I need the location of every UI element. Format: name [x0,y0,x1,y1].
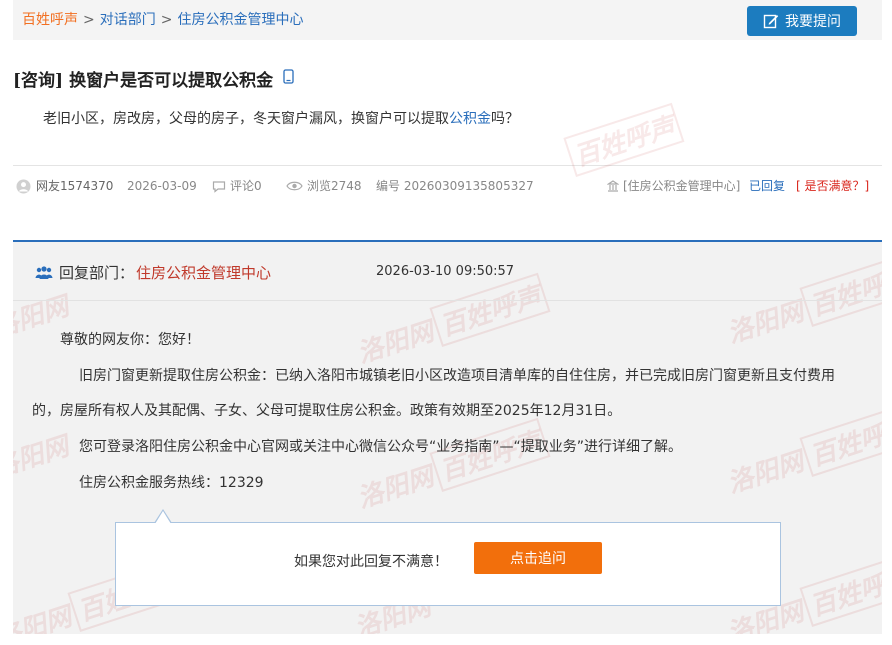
watermark: 洛阳网 [13,426,73,485]
watermark: 百姓呼声 [560,102,685,178]
satisfaction-link[interactable]: [ 是否满意？] [796,176,869,196]
meta-comments[interactable]: 评论0 [212,176,262,196]
follow-up-button[interactable]: 点击追问 [474,542,602,574]
question-title-text: 换窗户是否可以提取公积金 [69,71,274,91]
watermark-script: 洛阳网 [723,446,808,500]
reply-dept-label: 回复部门： [59,264,135,282]
breadcrumb-separator: > [160,12,173,28]
breadcrumb: 百姓呼声 > 对话部门 > 住房公积金管理中心 [22,10,303,30]
feedback-box: 如果您对此回复不满意！ 点击追问 [115,509,781,606]
breadcrumb-dialog-dept[interactable]: 对话部门 [100,12,156,28]
watermark-box: 百姓呼声 [799,552,882,627]
watermark-box: 百姓呼声 [799,402,882,477]
reply-time: 2026-03-10 09:50:57 [376,264,515,279]
reply-panel: 洛阳网 洛阳网百姓呼声 洛阳网百姓呼声 洛阳网 洛阳网百姓呼声 洛阳网百姓呼声 … [13,240,882,634]
question-tag: [咨询] [13,71,64,91]
edit-icon [763,14,779,29]
meta-date: 2026-03-09 [127,179,197,193]
meta-comments-label: 评论0 [230,179,262,193]
question-title: [咨询] 换窗户是否可以提取公积金 [13,66,294,91]
ask-question-label: 我要提问 [785,14,841,30]
meta-serial: 编号 20260309135805327 [376,179,534,193]
watermark-script: 洛阳网 [353,461,438,515]
meta-views-label: 浏览2748 [307,179,362,193]
meta-views: 浏览2748 [286,176,362,196]
meta-dept-label: [住房公积金管理中心] [623,179,741,193]
department-icon [35,265,53,279]
top-bar: 百姓呼声 > 对话部门 > 住房公积金管理中心 我要提问 [13,0,882,40]
ask-question-button[interactable]: 我要提问 [747,6,857,36]
reply-paragraph-line: 旧房门窗更新提取住房公积金：已纳入洛阳市城镇老旧小区改造项目清单库的自住住房，并… [79,368,835,384]
eye-icon [286,181,303,191]
mobile-icon[interactable] [283,68,294,89]
reply-paragraph: 您可登录洛阳住房公积金中心官网或关注中心微信公众号“业务指南”—“提取业务”进行… [79,439,683,455]
reply-hotline: 住房公积金服务热线：12329 [79,475,264,491]
watermark-script: 洛阳网 [353,316,438,370]
reply-greeting: 尊敬的网友你：您好！ [60,332,200,348]
question-body-end: 吗？ [491,111,519,127]
meta-user-name: 网友1574370 [36,179,114,193]
reply-header: 回复部门： 住房公积金管理中心 2026-03-10 09:50:57 [13,242,882,301]
watermark: 洛阳网百姓呼声 [721,402,882,503]
meta-dept: [住房公积金管理中心] [607,176,740,196]
reply-paragraph-line: 的，房屋所有权人及其配偶、子女、父母可提取住房公积金。政策有效期至2025年12… [32,403,622,419]
watermark-script: 洛阳网 [723,296,808,350]
breadcrumb-home[interactable]: 百姓呼声 [22,12,78,28]
breadcrumb-separator: > [83,12,95,28]
building-icon [607,180,619,192]
keyword-link[interactable]: 公积金 [449,111,491,127]
callout-arrow-fill [155,511,171,524]
question-body-text: 老旧小区，房改房，父母的房子，冬天窗户漏风，换窗户可以提取 [43,111,449,127]
reply-dept-name[interactable]: 住房公积金管理中心 [136,262,271,283]
watermark-script: 洛阳网 [13,431,73,485]
meta-user: 网友1574370 [16,176,113,196]
watermark: 洛阳网百姓呼声 [351,417,551,518]
meta-status: 已回复 [749,179,786,193]
question-body: 老旧小区，房改房，父母的房子，冬天窗户漏风，换窗户可以提取公积金吗？ [43,108,519,128]
divider [13,165,882,166]
user-icon [16,179,31,193]
question-meta: 网友1574370 2026-03-09 评论0 浏览2748 编号 20260… [13,176,882,196]
breadcrumb-current-dept[interactable]: 住房公积金管理中心 [177,12,303,28]
comment-icon [212,180,226,193]
watermark-script: 洛阳网 [13,601,76,634]
feedback-prompt: 如果您对此回复不满意！ [294,554,448,570]
reply-dept: 回复部门： 住房公积金管理中心 [35,262,271,283]
